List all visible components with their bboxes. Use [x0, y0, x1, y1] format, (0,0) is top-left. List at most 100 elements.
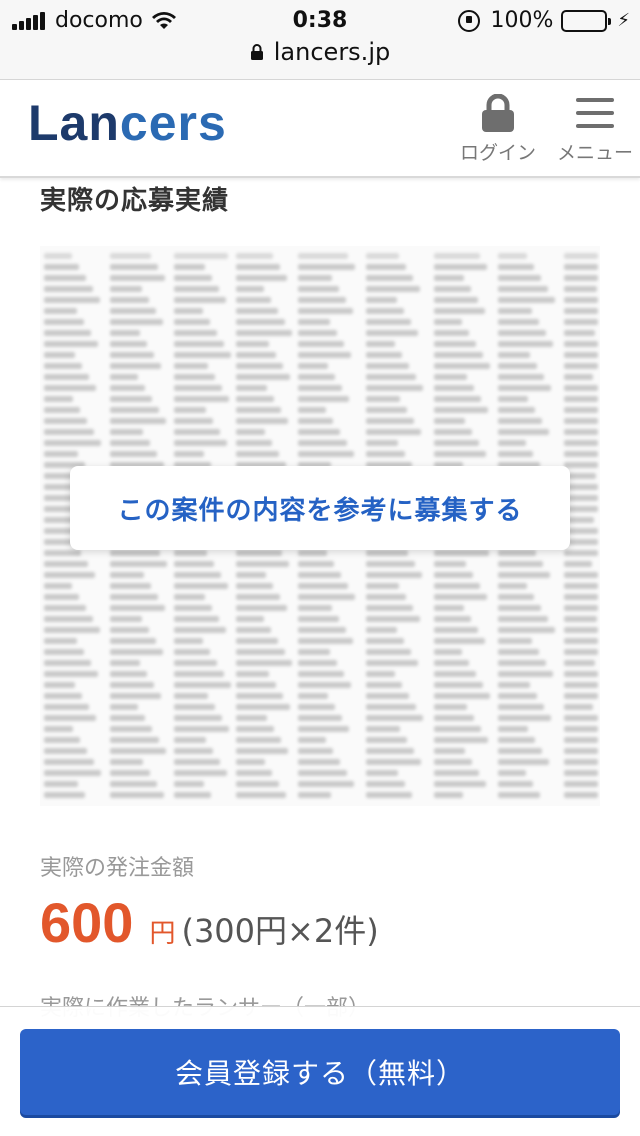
blurred-cell	[366, 594, 406, 600]
blurred-cell	[44, 671, 98, 677]
blurred-cell	[564, 319, 598, 325]
blurred-cell	[298, 308, 353, 314]
blurred-cell	[434, 715, 474, 721]
blurred-cell	[236, 649, 285, 655]
blurred-cell	[366, 341, 395, 347]
blurred-row	[40, 734, 600, 745]
blurred-cell	[434, 792, 463, 798]
blurred-row	[40, 569, 600, 580]
blurred-cell	[174, 319, 210, 325]
url-bar[interactable]: lancers.jp	[0, 38, 640, 66]
blurred-cell	[366, 253, 399, 259]
blurred-cell	[434, 572, 473, 578]
blurred-row	[40, 305, 600, 316]
blurred-cell	[564, 561, 592, 567]
blurred-cell	[434, 385, 474, 391]
blurred-cell	[366, 726, 400, 732]
blurred-cell	[298, 770, 347, 776]
blurred-cell	[564, 429, 598, 435]
blurred-cell	[564, 781, 598, 787]
blurred-cell	[174, 715, 222, 721]
signup-button[interactable]: 会員登録する（無料）	[20, 1029, 620, 1115]
blurred-cell	[564, 275, 598, 281]
blurred-cell	[236, 671, 269, 677]
blurred-cell	[366, 374, 416, 380]
blurred-cell	[434, 264, 487, 270]
blurred-cell	[564, 594, 598, 600]
blurred-cell	[434, 561, 466, 567]
blurred-cell	[564, 352, 598, 358]
blurred-cell	[498, 704, 544, 710]
blurred-cell	[498, 737, 535, 743]
use-as-reference-button[interactable]: この案件の内容を参考に募集する	[70, 466, 570, 550]
blurred-cell	[298, 649, 330, 655]
blurred-cell	[44, 726, 73, 732]
blurred-row	[40, 283, 600, 294]
blurred-cell	[236, 605, 287, 611]
blurred-row	[40, 415, 600, 426]
blurred-cell	[564, 583, 598, 589]
blurred-cell	[44, 583, 72, 589]
blurred-cell	[110, 726, 152, 732]
blurred-cell	[44, 341, 98, 347]
blurred-cell	[434, 440, 479, 446]
blurred-cell	[236, 341, 269, 347]
blurred-row	[40, 767, 600, 778]
blurred-cell	[298, 583, 348, 589]
blurred-cell	[236, 253, 273, 259]
blurred-cell	[236, 781, 279, 787]
menu-button[interactable]: メニュー	[554, 94, 636, 165]
blurred-cell	[298, 396, 349, 402]
blurred-cell	[498, 396, 528, 402]
blurred-cell	[498, 759, 549, 765]
blurred-cell	[110, 759, 143, 765]
blurred-cell	[564, 264, 598, 270]
blurred-cell	[298, 341, 344, 347]
blurred-cell	[44, 253, 72, 259]
blurred-row	[40, 558, 600, 569]
blurred-cell	[236, 583, 273, 589]
blurred-cell	[434, 770, 479, 776]
login-button[interactable]: ログイン	[456, 94, 540, 165]
blurred-cell	[236, 352, 276, 358]
blurred-cell	[236, 319, 285, 325]
blurred-row	[40, 580, 600, 591]
blurred-cell	[174, 550, 207, 556]
blurred-cell	[174, 440, 227, 446]
blurred-cell	[236, 638, 278, 644]
blurred-cell	[366, 363, 409, 369]
blurred-cell	[564, 462, 598, 468]
blurred-cell	[44, 440, 101, 446]
blurred-cell	[298, 660, 337, 666]
blurred-cell	[298, 429, 340, 435]
blurred-cell	[236, 759, 265, 765]
blurred-cell	[366, 583, 399, 589]
blurred-cell	[44, 275, 86, 281]
status-bar: docomo 0:38 100% ⚡ lancers.jp	[0, 0, 640, 80]
lock-icon	[250, 44, 263, 60]
blurred-cell	[110, 748, 166, 754]
blurred-row	[40, 382, 600, 393]
blurred-cell	[110, 396, 152, 402]
blurred-cell	[498, 374, 544, 380]
blurred-cell	[366, 660, 418, 666]
blurred-cell	[298, 451, 354, 457]
blurred-cell	[498, 726, 528, 732]
blurred-cell	[174, 297, 226, 303]
blurred-cell	[498, 385, 551, 391]
blurred-cell	[434, 352, 483, 358]
blurred-cell	[44, 748, 87, 754]
blurred-row	[40, 745, 600, 756]
blurred-cell	[498, 561, 543, 567]
blurred-cell	[366, 319, 411, 325]
blurred-cell	[174, 748, 213, 754]
blurred-cell	[236, 616, 264, 622]
blurred-row	[40, 316, 600, 327]
blurred-cell	[498, 792, 540, 798]
blurred-cell	[298, 594, 355, 600]
blurred-cell	[44, 363, 82, 369]
blurred-cell	[564, 704, 593, 710]
blurred-cell	[434, 660, 469, 666]
lancers-logo[interactable]: Lancers	[28, 94, 227, 152]
blurred-cell	[434, 363, 490, 369]
